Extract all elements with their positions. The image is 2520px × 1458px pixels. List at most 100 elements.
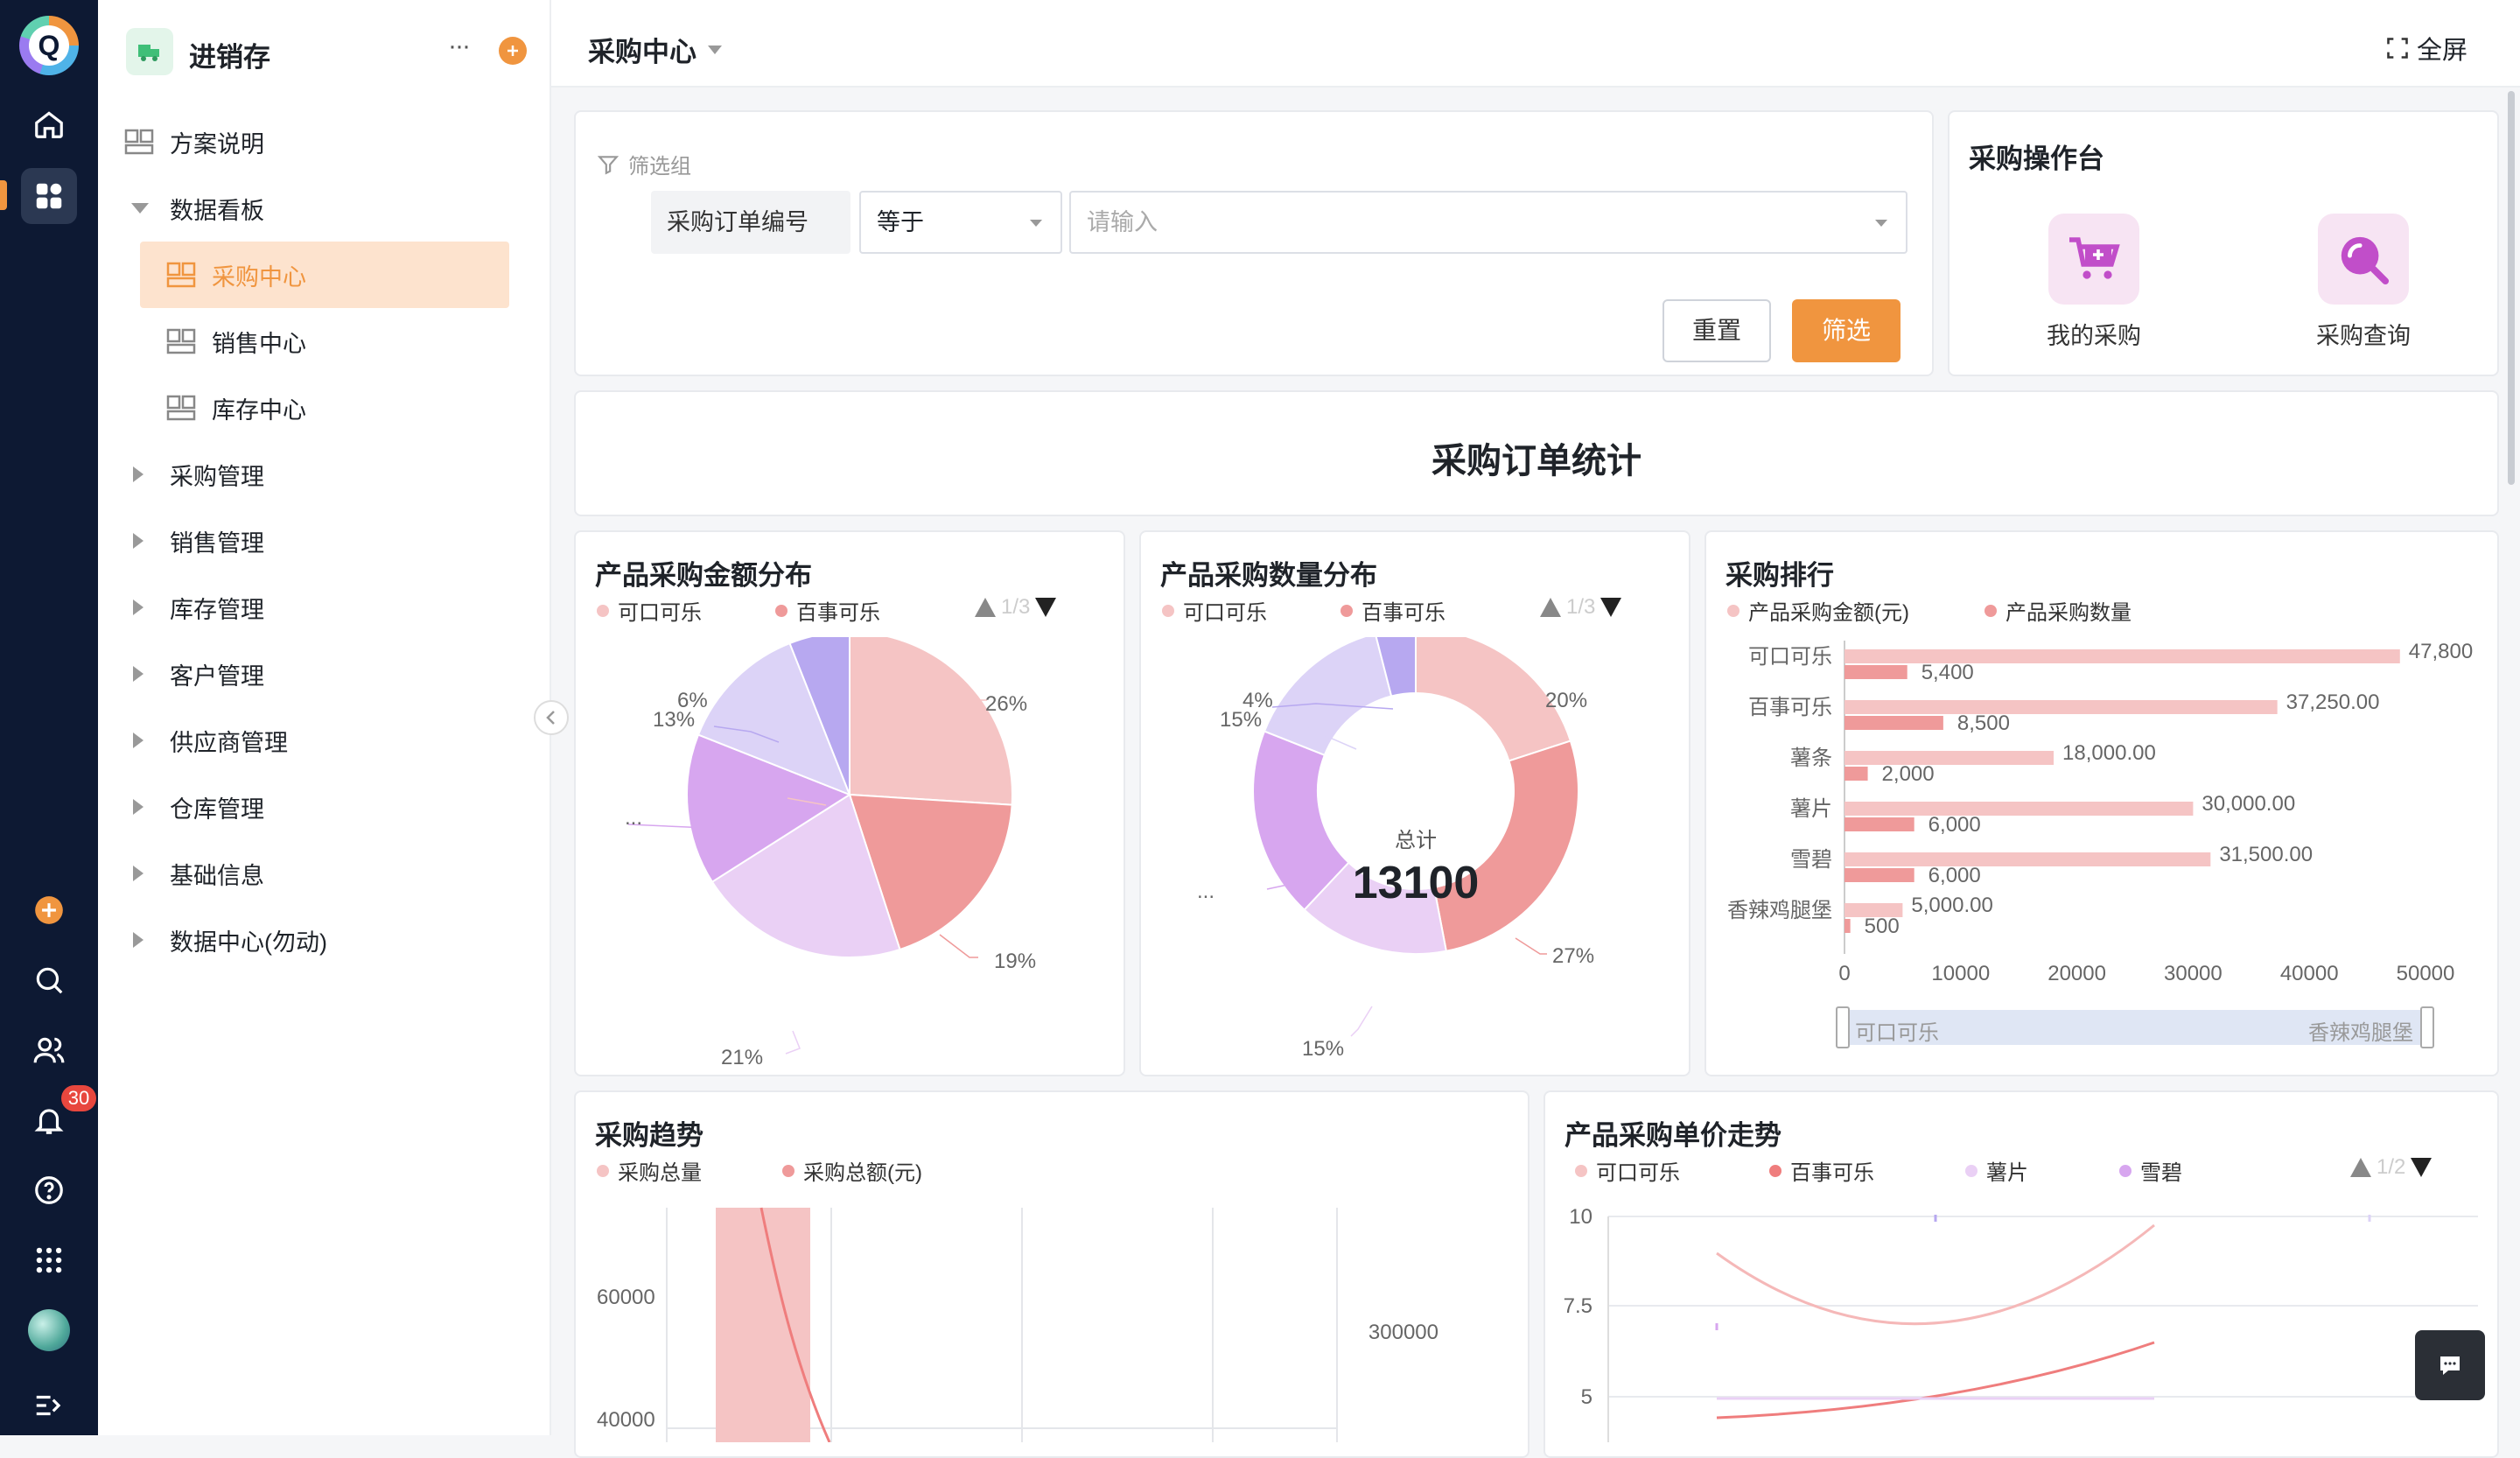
filter-card: 筛选组 采购订单编号 等于 请输入 重置 筛选 [574,110,1934,376]
sidebar-item-customer-mgmt[interactable]: 客户管理 [131,642,264,705]
bar-quantity[interactable] [1844,817,1914,831]
legend-dot [2119,1164,2132,1177]
sidebar-item-warehouse-mgmt[interactable]: 仓库管理 [131,775,264,838]
my-purchase-button[interactable]: 我的采购 [2037,214,2151,351]
legend-item[interactable]: 薯片 [1965,1155,2028,1186]
filter-group-header: 筛选组 [597,149,691,179]
bar-value-label: 47,800 [2409,640,2473,663]
legend-item[interactable]: 百事可乐 [775,595,880,626]
bar-amount[interactable] [1844,700,2278,714]
sidebar-item-sales-mgmt[interactable]: 销售管理 [131,509,264,572]
legend-item[interactable]: 采购总量 [597,1155,702,1186]
qty-pie-card: 产品采购数量分布 可口可乐 百事可乐 1/3 20% 27% 15% 15% 4… [1139,530,1690,1076]
purchase-query-button[interactable]: 采购查询 [2306,214,2420,351]
category-label: 百事可乐 [1748,696,1832,719]
bar-quantity[interactable] [1844,665,1908,679]
expand-rail-icon[interactable] [28,1384,70,1426]
page-down-icon[interactable] [2409,1156,2433,1179]
legend-item[interactable]: 可口可乐 [1162,595,1267,626]
donut-total-value: 13100 [1353,858,1480,908]
sidebar-item-label: 方案说明 [170,130,264,158]
help-icon[interactable] [28,1169,70,1211]
caret-right-icon [133,932,144,948]
legend-page: 1/2 [2376,1155,2406,1179]
operator-select[interactable]: 等于 [859,191,1062,254]
slider-handle-right[interactable] [2420,1006,2434,1048]
sidebar-item-inventory-mgmt[interactable]: 库存管理 [131,576,264,639]
collapse-sidebar-button[interactable] [534,700,569,735]
page-up-icon[interactable] [2348,1156,2373,1179]
legend-pager: 1/2 [2348,1155,2433,1180]
sidebar-item-inventory-center[interactable]: 库存中心 [166,376,306,439]
bar-value-label: 6,000 [1928,864,1981,887]
sidebar-item-basic-info[interactable]: 基础信息 [131,842,264,905]
apps-dashboard-icon[interactable] [21,168,77,224]
grid-menu-icon[interactable] [28,1239,70,1281]
ranking-card: 采购排行 产品采购金额(元) 产品采购数量 可口可乐 47,800 5,400 百事可… [1704,530,2499,1076]
legend-item[interactable]: 百事可乐 [1769,1155,1874,1186]
price-trend-title: 产品采购单价走势 [1564,1120,1782,1151]
pie-label: ... [1197,880,1214,903]
category-label: 薯条 [1790,747,1832,770]
filter-value-input[interactable]: 请输入 [1069,191,1908,254]
sidebar-item-plan-doc[interactable]: 方案说明 [124,110,264,173]
sidebar-item-sales-center[interactable]: 销售中心 [166,310,306,373]
legend-item[interactable]: 雪碧 [2119,1155,2182,1186]
sidebar-item-label: 数据看板 [170,197,264,224]
legend-label: 产品采购数量 [2006,601,2132,625]
contacts-icon[interactable] [28,1029,70,1071]
sidebar-item-label: 仓库管理 [170,796,264,823]
legend-item[interactable]: 产品采购数量 [1984,595,2132,626]
page-title-text: 采购中心 [588,37,696,67]
page-up-icon[interactable] [1538,596,1563,619]
legend-item[interactable]: 采购总额(元) [782,1155,922,1186]
purchase-trend-card: 采购趋势 采购总量 采购总额(元) 60000 40000 300000 [574,1090,1530,1458]
sidebar-item-purchase-center-content: 采购中心 [166,243,306,306]
apply-filter-button[interactable]: 筛选 [1792,299,1900,362]
legend-item[interactable]: 可口可乐 [1575,1155,1680,1186]
home-icon[interactable] [28,103,70,145]
legend-item[interactable]: 百事可乐 [1340,595,1446,626]
sidebar-item-purchase-mgmt[interactable]: 采购管理 [131,443,264,506]
legend-item[interactable]: 可口可乐 [597,595,702,626]
slider-handle-left[interactable] [1836,1006,1850,1048]
reset-button[interactable]: 重置 [1662,299,1771,362]
page-down-icon[interactable] [1599,596,1623,619]
bar-quantity[interactable] [1844,767,1868,781]
bar-value-label: 8,500 [1957,711,2010,735]
pie-slice[interactable] [1432,740,1579,952]
operator-value: 等于 [877,209,924,235]
page-down-icon[interactable] [1033,596,1058,619]
page-up-icon[interactable] [973,596,998,619]
user-avatar[interactable] [28,1309,70,1351]
bar-quantity[interactable] [1844,919,1851,933]
add-icon[interactable] [28,889,70,931]
legend-item[interactable]: 产品采购金额(元) [1727,595,1909,626]
sidebar-item-label: 数据中心(勿动) [170,929,327,956]
chat-button[interactable] [2415,1330,2485,1400]
data-zoom-slider[interactable]: 可口可乐 香辣鸡腿堡 [1836,1006,2434,1048]
bar-amount[interactable] [1844,751,2054,765]
sidebar-item-dashboard-group[interactable]: 数据看板 [130,177,264,240]
sidebar-item-data-center[interactable]: 数据中心(勿动) [131,908,327,971]
my-purchase-label: 我的采购 [2047,323,2141,349]
ranking-bar-chart: 可口可乐 47,800 5,400 百事可乐 37,250.00 8,500 薯条 18,00… [1727,640,2473,985]
bar-amount[interactable] [1844,852,2211,866]
slider-end-label: 香辣鸡腿堡 [2308,1021,2413,1045]
page-title[interactable]: 采购中心 [588,30,723,69]
more-menu-button[interactable]: ··· [448,32,471,61]
add-item-icon[interactable] [499,37,527,65]
bar-quantity[interactable] [1844,716,1943,730]
search-icon[interactable] [28,959,70,1001]
page-icon [166,395,196,421]
app-logo[interactable]: Q [19,16,79,75]
bar-quantity[interactable] [1844,868,1914,882]
bar-amount[interactable] [1844,802,2194,816]
legend-label: 可口可乐 [618,601,702,625]
fullscreen-button[interactable]: 全屏 [2385,30,2468,67]
legend-label: 可口可乐 [1183,601,1267,625]
pie-slice[interactable] [849,637,1013,806]
sidebar-item-supplier-mgmt[interactable]: 供应商管理 [131,709,288,772]
page-icon [124,129,154,155]
page-scrollbar[interactable] [2508,91,2515,485]
